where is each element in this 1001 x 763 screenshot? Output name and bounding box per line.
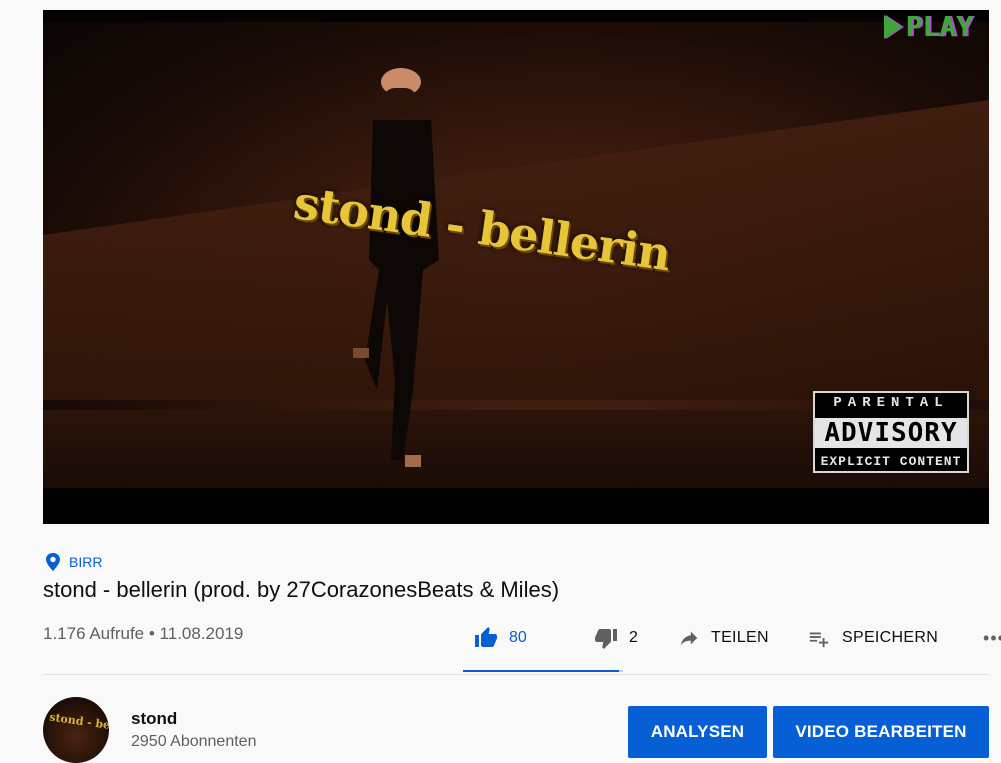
sentiment-bar-fill (463, 670, 620, 672)
view-count: 1.176 Aufrufe (43, 624, 145, 643)
channel-avatar[interactable]: stond - bellerin (43, 697, 109, 763)
parental-advisory-logo: PARENTAL ADVISORY EXPLICIT CONTENT (813, 391, 969, 473)
video-frame: stond - bellerin PLAY PARENTAL ADVISORY … (43, 10, 989, 524)
action-bar: 80 2 TEILEN SPEICHERN ••• (463, 617, 1001, 659)
subscriber-count: 2950 Abonnenten (131, 733, 257, 750)
like-button[interactable]: 80 (463, 626, 593, 650)
advisory-top-text: PARENTAL (833, 395, 949, 411)
edit-video-button[interactable]: VIDEO BEARBEITEN (773, 706, 989, 758)
share-arrow-icon (680, 631, 698, 646)
location-pin-icon (46, 553, 60, 571)
sentiment-bar (463, 670, 623, 672)
play-watermark-text: PLAY (905, 10, 973, 43)
save-label: SPEICHERN (842, 629, 939, 646)
more-actions-button[interactable]: ••• (974, 628, 1001, 649)
play-watermark: PLAY (883, 10, 973, 43)
divider (43, 674, 989, 675)
playlist-add-icon (809, 632, 829, 648)
letterbox-top (43, 10, 989, 22)
video-player[interactable]: stond - bellerin PLAY PARENTAL ADVISORY … (43, 10, 989, 524)
advisory-bottom-text: EXPLICIT CONTENT (820, 454, 962, 469)
video-title: stond - bellerin (prod. by 27CorazonesBe… (43, 577, 560, 602)
dislike-count: 2 (629, 629, 638, 646)
avatar-logo-text: stond - bellerin (48, 710, 109, 737)
share-button[interactable]: TEILEN (677, 627, 806, 649)
video-figure (353, 68, 439, 467)
dislike-button[interactable]: 2 (593, 626, 677, 650)
meta-separator: • (144, 624, 160, 643)
video-meta: 1.176 Aufrufe • 11.08.2019 (43, 624, 243, 644)
more-icon: ••• (983, 627, 1001, 648)
like-count: 80 (509, 629, 527, 646)
analytics-button[interactable]: ANALYSEN (628, 706, 767, 758)
upload-date: 11.08.2019 (159, 624, 244, 643)
save-button[interactable]: SPEICHERN (806, 627, 974, 649)
letterbox-bottom (43, 488, 989, 524)
thumbs-up-icon (475, 627, 497, 647)
play-icon (883, 14, 902, 39)
thumbs-down-icon (595, 629, 617, 649)
location-label: BIRR (69, 554, 103, 570)
location-link[interactable]: BIRR (45, 553, 102, 571)
channel-name[interactable]: stond (131, 709, 177, 729)
share-label: TEILEN (711, 629, 769, 646)
advisory-middle-text: ADVISORY (815, 417, 967, 448)
